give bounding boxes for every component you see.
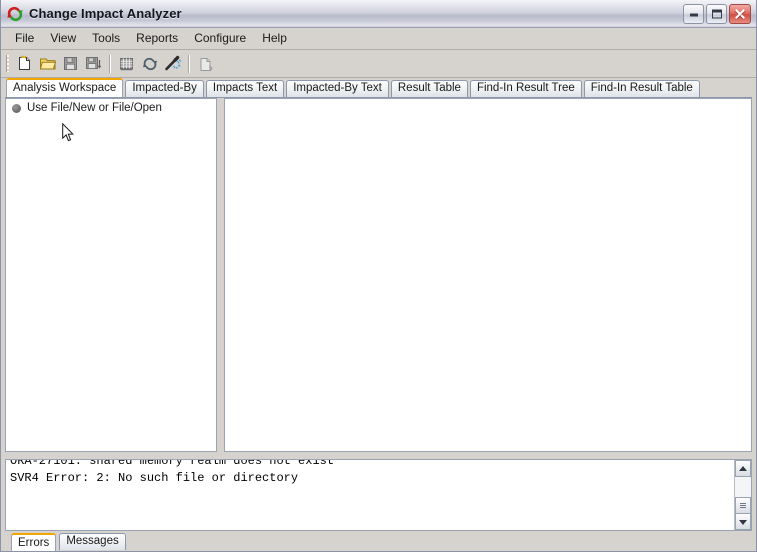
tab-impacts-text[interactable]: Impacts Text [205, 80, 285, 97]
menu-item-reports[interactable]: Reports [128, 29, 186, 48]
new-file-button[interactable] [13, 52, 36, 75]
gray-bullet-icon [12, 103, 21, 113]
menu-item-help[interactable]: Help [254, 29, 295, 48]
window-controls [683, 3, 751, 24]
vertical-splitter[interactable] [217, 98, 224, 452]
toolbar-separator [109, 54, 111, 73]
toolbar [1, 50, 756, 78]
analyze-wand-button[interactable] [161, 52, 184, 75]
tab-analysis-workspace[interactable]: Analysis Workspace [6, 78, 124, 97]
toolbar-grip[interactable] [6, 55, 9, 72]
horizontal-splitter[interactable] [5, 452, 752, 459]
scrollbar-thumb[interactable] [735, 496, 751, 514]
error-text-area[interactable]: ORA-27101: shared memory realm does not … [6, 460, 734, 530]
minimize-button[interactable] [683, 3, 704, 24]
menu-item-view[interactable]: View [42, 29, 84, 48]
maximize-button[interactable] [706, 3, 727, 24]
maximize-icon [711, 9, 722, 18]
title-bar[interactable]: Change Impact Analyzer [1, 0, 756, 28]
error-line: SVR4 Error: 2: No such file or directory [10, 471, 299, 485]
save-as-button[interactable] [82, 52, 105, 75]
tab-result-table[interactable]: Result Table [390, 80, 468, 97]
minimize-icon [689, 13, 698, 17]
workspace-tab-strip: Analysis Workspace Impacted-By Impacts T… [1, 78, 756, 97]
tab-find-in-result-tree[interactable]: Find-In Result Tree [469, 80, 582, 97]
tab-messages[interactable]: Messages [59, 533, 126, 550]
chevron-up-icon [739, 465, 747, 471]
toolbar-separator-2 [188, 54, 190, 73]
report-document-button[interactable] [194, 52, 217, 75]
menu-item-configure[interactable]: Configure [186, 29, 254, 48]
menu-bar: File View Tools Reports Configure Help [1, 28, 756, 50]
refresh-arrows-button[interactable] [138, 52, 161, 75]
open-folder-button[interactable] [36, 52, 59, 75]
application-window: Change Impact Analyzer File View Tools R… [0, 0, 757, 552]
tab-errors[interactable]: Errors [11, 533, 57, 551]
analysis-tree-panel[interactable]: Use File/New or File/Open [5, 98, 217, 452]
scroll-down-button[interactable] [735, 513, 751, 530]
tree-item-use-file[interactable]: Use File/New or File/Open [6, 99, 216, 114]
tab-impacted-by[interactable]: Impacted-By [125, 80, 204, 97]
message-tab-strip: Errors Messages [5, 531, 752, 551]
workspace-body: Use File/New or File/Open ORA-27101: sha… [1, 97, 756, 551]
detail-panel[interactable] [224, 98, 752, 452]
refresh-circular-arrows-icon [6, 5, 24, 23]
tab-impacted-by-text[interactable]: Impacted-By Text [286, 80, 389, 97]
menu-item-file[interactable]: File [7, 29, 42, 48]
window-title: Change Impact Analyzer [29, 6, 182, 21]
close-button[interactable] [729, 3, 751, 24]
error-line: ORA-27101: shared memory realm does not … [10, 460, 335, 468]
grid-table-button[interactable] [115, 52, 138, 75]
workspace-split: Use File/New or File/Open [5, 97, 752, 452]
chevron-down-icon [739, 519, 747, 525]
menu-item-tools[interactable]: Tools [84, 29, 128, 48]
message-scrollbar[interactable] [734, 460, 751, 530]
scrollbar-track[interactable] [735, 477, 751, 514]
save-button[interactable] [59, 52, 82, 75]
tab-find-in-result-table[interactable]: Find-In Result Table [583, 80, 700, 97]
scroll-up-button[interactable] [735, 460, 751, 477]
message-panel: ORA-27101: shared memory realm does not … [5, 459, 752, 531]
mouse-pointer-icon [62, 122, 75, 143]
tree-item-label: Use File/New or File/Open [27, 102, 162, 114]
